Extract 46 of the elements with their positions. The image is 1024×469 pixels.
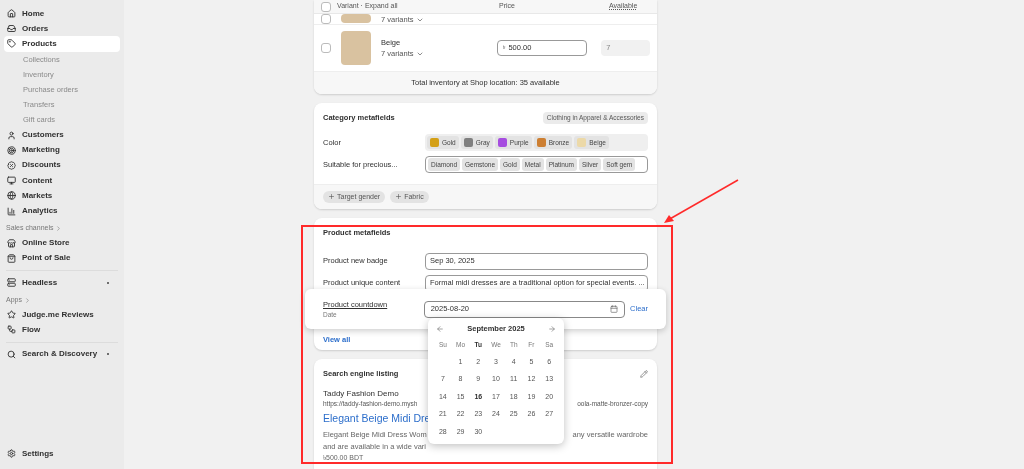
- edit-icon[interactable]: [640, 369, 648, 378]
- settings-icon: [7, 449, 16, 458]
- nav-icon: [7, 130, 16, 140]
- nav-item[interactable]: Analytics: [4, 203, 120, 219]
- chevron-icon: [55, 225, 63, 233]
- plus-icon: [395, 193, 403, 201]
- checkbox[interactable]: [321, 1, 331, 12]
- nav-item[interactable]: Flow: [4, 322, 120, 338]
- nav-icon: [7, 206, 16, 216]
- nav-icon: [7, 24, 16, 34]
- photo-placeholder: [341, 14, 371, 23]
- site-name: Taddy Fashion Demo: [323, 388, 399, 399]
- next-month-icon[interactable]: [548, 325, 556, 333]
- nav-icon: [7, 253, 16, 263]
- checkbox[interactable]: [321, 43, 331, 53]
- nav-item[interactable]: Marketing: [4, 142, 120, 158]
- nav-item[interactable]: Markets: [4, 188, 120, 204]
- nav-item[interactable]: Judge.me Reviews: [4, 307, 120, 323]
- nav-item[interactable]: Customers: [4, 127, 120, 143]
- nav-icon: [7, 278, 16, 288]
- nav-icon: [7, 310, 16, 320]
- nav-item[interactable]: Search & Discovery: [4, 346, 120, 362]
- nav-icon: [7, 191, 16, 201]
- checkbox[interactable]: [321, 14, 331, 24]
- photo-placeholder: [341, 31, 371, 65]
- nav-item[interactable]: Orders: [4, 21, 120, 37]
- nav-icon: [7, 238, 16, 248]
- nav-item[interactable]: Online Store: [4, 235, 120, 251]
- nav-icon: [7, 325, 16, 335]
- plus-icon: [328, 193, 335, 201]
- nav-item[interactable]: Point of Sale: [4, 250, 120, 266]
- nav-icon: [7, 145, 16, 155]
- nav-icon: [7, 176, 16, 186]
- nav-icon: [7, 160, 16, 170]
- nav-item[interactable]: Products: [4, 36, 120, 52]
- nav-icon: [7, 349, 16, 359]
- nav-item[interactable]: Headless: [4, 275, 120, 291]
- nav-item[interactable]: Content: [4, 173, 120, 189]
- nav-item[interactable]: Home: [4, 6, 120, 22]
- calendar-icon: [610, 305, 619, 313]
- previous-month-icon[interactable]: [436, 325, 444, 333]
- nav-icon: [7, 9, 16, 19]
- nav-item[interactable]: Settings: [4, 446, 120, 461]
- nav-icon: [7, 39, 16, 49]
- nav-item[interactable]: Discounts: [4, 157, 120, 174]
- chevron-icon: [23, 296, 31, 304]
